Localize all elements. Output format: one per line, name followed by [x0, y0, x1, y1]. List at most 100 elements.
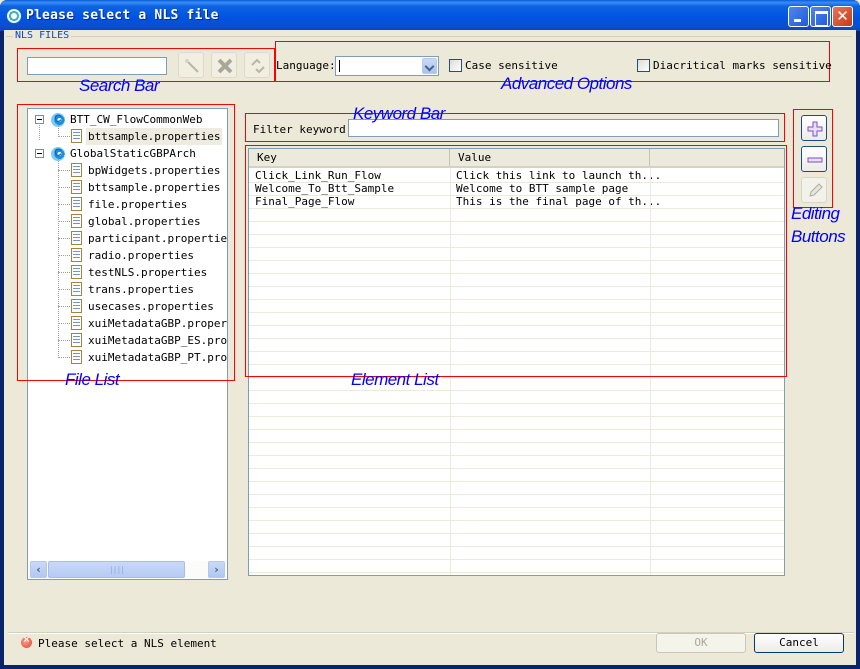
empty-table-row[interactable]: [249, 560, 784, 573]
cell-value: Click this link to launch th...: [456, 169, 662, 182]
empty-table-row[interactable]: [249, 521, 784, 534]
search-input[interactable]: [27, 57, 167, 75]
filter-keyword-label: Filter keyword:: [253, 123, 353, 136]
properties-file-icon: [71, 214, 82, 228]
column-header-value[interactable]: Value: [450, 149, 650, 166]
remove-element-button[interactable]: [801, 146, 827, 172]
table-header: Key Value: [249, 149, 784, 168]
dialog-window: Please select a NLS file ✕ NLS FILES Sea…: [0, 0, 860, 669]
empty-table-row[interactable]: [249, 313, 784, 326]
empty-table-row[interactable]: [249, 326, 784, 339]
diacritical-checkbox[interactable]: [637, 59, 650, 72]
tree-file-label: bttsample.properties: [88, 181, 221, 194]
column-header-extra: [650, 149, 784, 166]
tree-project-label: GlobalStaticGBPArch: [70, 147, 196, 160]
chevron-down-icon[interactable]: [422, 58, 437, 74]
language-dropdown[interactable]: [335, 56, 439, 76]
tree-connector: [58, 323, 70, 324]
empty-table-row[interactable]: [249, 365, 784, 378]
diacritical-label[interactable]: Diacritical marks sensitive: [653, 59, 832, 72]
file-tree[interactable]: BTT_CW_FlowCommonWeb bttsample.properties…: [27, 108, 228, 580]
case-sensitive-checkbox[interactable]: [449, 59, 462, 72]
chevron-left-icon: ‹: [36, 563, 41, 576]
editing-buttons-annotation-line1: Editing: [791, 204, 840, 223]
scroll-right-button[interactable]: ›: [208, 561, 225, 578]
empty-table-row[interactable]: [249, 404, 784, 417]
clear-x-icon: [217, 58, 233, 74]
empty-table-row[interactable]: [249, 378, 784, 391]
cell-key: Final_Page_Flow: [255, 195, 355, 208]
magic-wand-icon: [185, 59, 199, 73]
element-table[interactable]: Key Value Click_Link_Run_Flow Click this …: [248, 148, 785, 576]
group-border: [6, 36, 852, 37]
tree-file-label: xuiMetadataGBP_PT.properties: [88, 351, 228, 364]
clear-search-button[interactable]: [211, 52, 237, 78]
empty-table-row[interactable]: [249, 287, 784, 300]
properties-file-icon: [71, 333, 82, 347]
empty-table-row[interactable]: [249, 469, 784, 482]
add-icon: [807, 121, 823, 137]
empty-table-row[interactable]: [249, 391, 784, 404]
empty-table-row[interactable]: [249, 209, 784, 222]
empty-table-row[interactable]: [249, 235, 784, 248]
properties-file-icon: [71, 248, 82, 262]
empty-table-row[interactable]: [249, 261, 784, 274]
tree-connector: [39, 123, 40, 140]
tree-connector: [58, 340, 70, 341]
tree-connector: [58, 204, 70, 205]
cell-key: Click_Link_Run_Flow: [255, 169, 381, 182]
edit-element-button[interactable]: [801, 177, 827, 203]
empty-table-row[interactable]: [249, 534, 784, 547]
editing-buttons-annotation-line2: Buttons: [791, 227, 846, 246]
wand-search-button[interactable]: [178, 52, 204, 78]
tree-file-label: usecases.properties: [88, 300, 214, 313]
empty-table-row[interactable]: [249, 222, 784, 235]
empty-table-row[interactable]: [249, 417, 784, 430]
language-label: Language:: [276, 59, 336, 72]
properties-file-icon: [71, 197, 82, 211]
ok-button[interactable]: OK: [656, 633, 746, 653]
empty-table-row[interactable]: [249, 352, 784, 365]
case-sensitive-label[interactable]: Case sensitive: [465, 59, 558, 72]
add-element-button[interactable]: [801, 115, 827, 141]
empty-table-row[interactable]: [249, 339, 784, 352]
title-bar[interactable]: Please select a NLS file ✕: [0, 0, 860, 31]
minimize-button[interactable]: [788, 6, 809, 27]
tree-file-label: trans.properties: [88, 283, 194, 296]
properties-file-icon: [71, 316, 82, 330]
tree-project-label: BTT_CW_FlowCommonWeb: [70, 113, 203, 126]
scrollbar-thumb[interactable]: ||||: [48, 561, 185, 578]
empty-table-row[interactable]: [249, 547, 784, 560]
window-title: Please select a NLS file: [26, 8, 219, 23]
collapse-icon[interactable]: [35, 149, 44, 158]
empty-table-row[interactable]: [249, 482, 784, 495]
empty-table-row[interactable]: [249, 274, 784, 287]
table-row[interactable]: Final_Page_Flow This is the final page of…: [249, 196, 784, 209]
tree-file-label: bpWidgets.properties: [88, 164, 221, 177]
empty-table-row[interactable]: [249, 495, 784, 508]
grip-icon: ||||: [108, 565, 125, 574]
tree-file-label: testNLS.properties: [88, 266, 208, 279]
app-icon: [7, 9, 21, 23]
cell-value: Welcome to BTT sample page: [456, 182, 629, 195]
empty-table-row[interactable]: [249, 508, 784, 521]
text-caret: [339, 60, 340, 72]
tree-connector: [58, 159, 59, 358]
horizontal-scrollbar[interactable]: ‹ |||| ›: [29, 561, 226, 578]
chevron-right-icon: ›: [214, 563, 219, 576]
element-list-annotation: Element List: [351, 370, 439, 389]
column-divider: [450, 168, 451, 575]
tree-connector: [58, 357, 70, 358]
column-header-key[interactable]: Key: [249, 149, 450, 166]
maximize-button[interactable]: [810, 6, 831, 27]
empty-table-row[interactable]: [249, 456, 784, 469]
empty-table-row[interactable]: [249, 430, 784, 443]
empty-table-row[interactable]: [249, 248, 784, 261]
empty-table-row[interactable]: [249, 443, 784, 456]
search-bar-annotation: Search Bar: [79, 76, 160, 95]
close-button[interactable]: ✕: [832, 6, 853, 27]
cancel-button[interactable]: Cancel: [754, 633, 844, 653]
refresh-button[interactable]: [244, 52, 270, 78]
empty-table-row[interactable]: [249, 300, 784, 313]
scroll-left-button[interactable]: ‹: [30, 561, 47, 578]
